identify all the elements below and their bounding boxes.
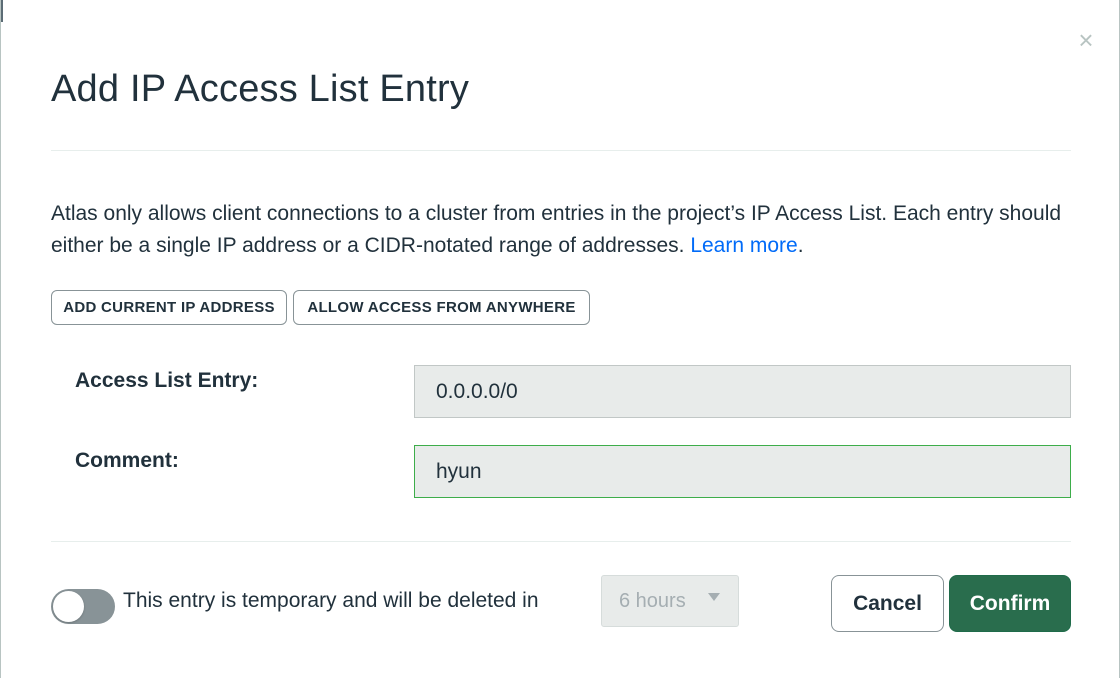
description-period: . xyxy=(797,234,804,257)
allow-access-anywhere-button[interactable]: ALLOW ACCESS FROM ANYWHERE xyxy=(293,290,590,325)
duration-select[interactable]: 6 hours xyxy=(601,575,739,627)
learn-more-link[interactable]: Learn more xyxy=(690,234,797,257)
access-list-entry-label: Access List Entry: xyxy=(75,369,259,392)
dialog-title: Add IP Access List Entry xyxy=(51,68,470,110)
access-list-entry-input[interactable]: 0.0.0.0/0 xyxy=(414,365,1071,418)
description-text: Atlas only allows client connections to … xyxy=(51,202,1062,257)
comment-label: Comment: xyxy=(75,449,179,472)
duration-value: 6 hours xyxy=(619,589,686,612)
close-icon[interactable]: × xyxy=(1075,27,1097,53)
comment-input[interactable]: hyun xyxy=(414,445,1071,498)
caret-down-icon xyxy=(708,593,720,601)
header-divider xyxy=(51,150,1071,151)
window-edge-mark xyxy=(1,0,3,22)
cancel-button[interactable]: Cancel xyxy=(831,575,944,632)
temporary-entry-toggle[interactable] xyxy=(51,589,115,624)
confirm-button[interactable]: Confirm xyxy=(949,575,1071,632)
temporary-entry-text: This entry is temporary and will be dele… xyxy=(123,589,539,612)
footer-divider xyxy=(51,541,1071,542)
add-current-ip-button[interactable]: ADD CURRENT IP ADDRESS xyxy=(51,290,287,325)
dialog-description: Atlas only allows client connections to … xyxy=(51,198,1081,262)
add-ip-access-list-dialog: × Add IP Access List Entry Atlas only al… xyxy=(0,0,1120,678)
toggle-knob xyxy=(53,591,84,622)
